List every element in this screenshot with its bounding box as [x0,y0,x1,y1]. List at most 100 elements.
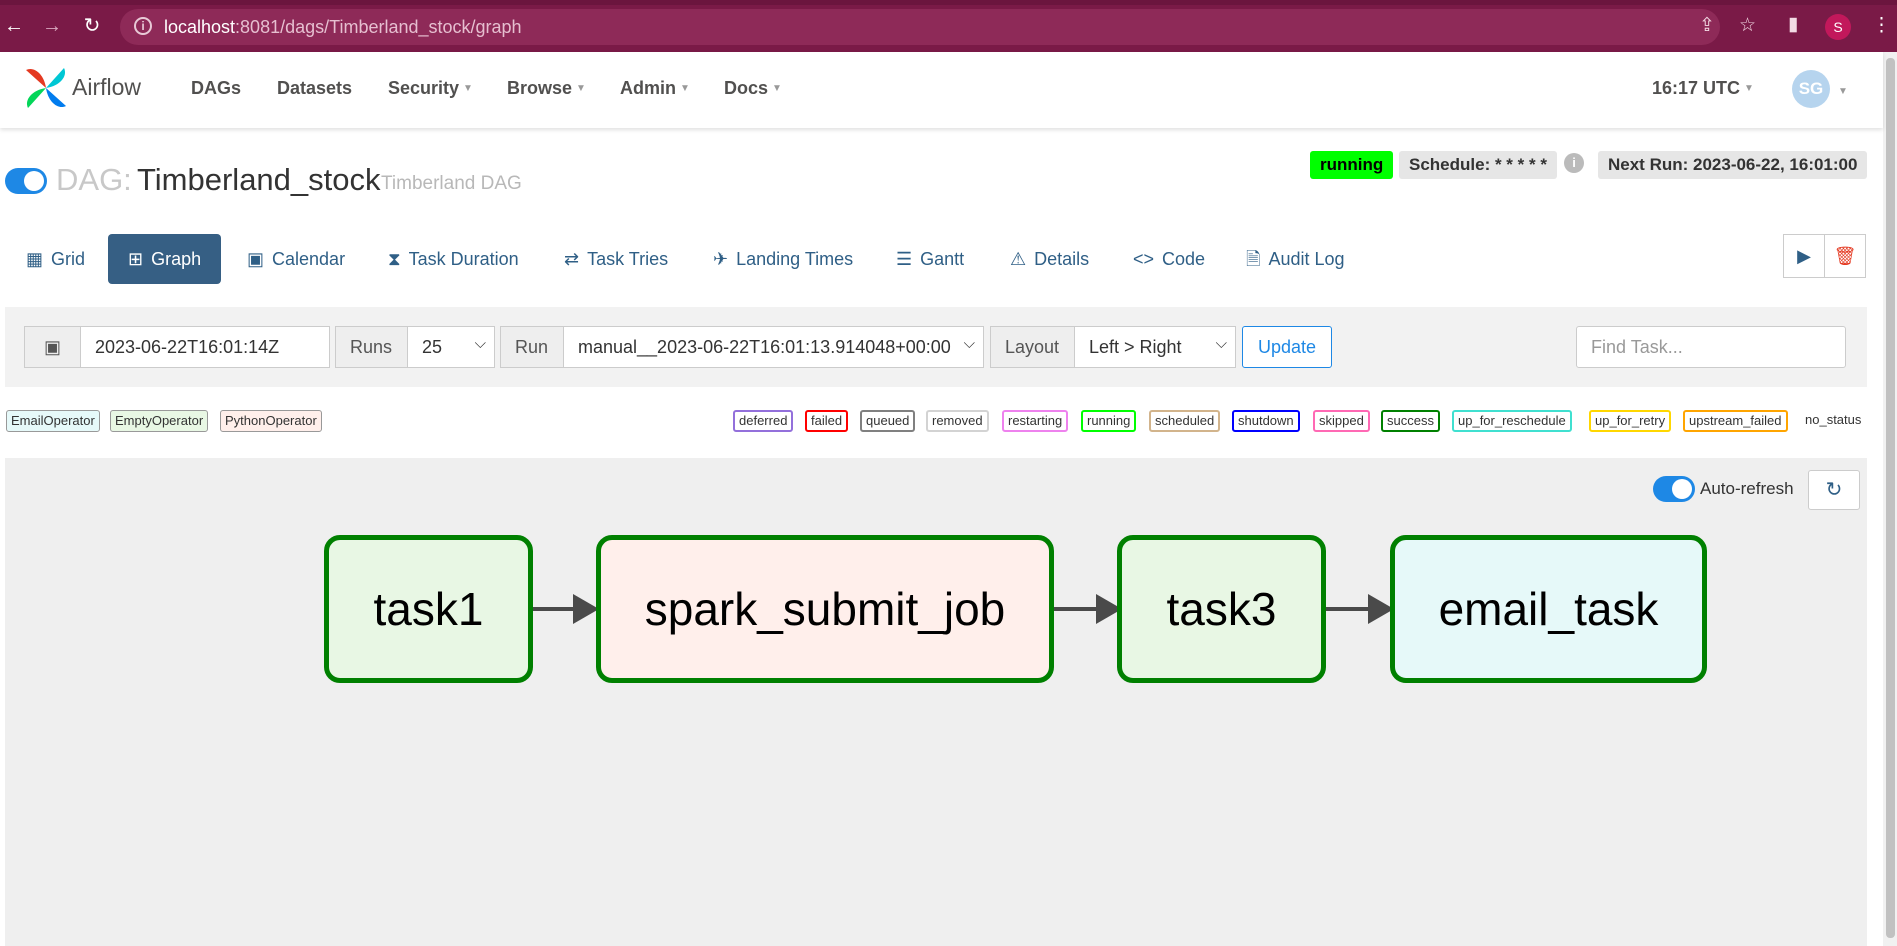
tab-gantt[interactable]: ☰ Gantt [876,234,984,284]
hourglass-icon: ⧗ [388,249,401,269]
legend-operator-empty[interactable]: EmptyOperator [110,410,209,432]
layout-select[interactable]: Left > Right [1074,326,1236,368]
legend-status-success[interactable]: success [1381,410,1440,432]
task-node-spark-submit-job[interactable]: spark_submit_job [596,535,1054,683]
legend-label: queued [866,413,910,428]
forward-icon[interactable]: → [40,14,64,38]
layout-label: Layout [990,326,1075,368]
tab-task-tries[interactable]: ⇄ Task Tries [544,234,688,284]
base-date-input[interactable]: 2023-06-22T16:01:14Z [80,326,330,368]
delete-dag-button[interactable]: 🗑 [1824,234,1866,278]
trigger-dag-button[interactable]: ▶ [1783,234,1825,278]
reload-icon[interactable]: ↻ [80,14,104,38]
tab-label: Task Tries [587,249,669,269]
refresh-icon: ↻ [1825,479,1843,501]
legend-label: failed [811,413,843,428]
address-bar[interactable]: i localhost:8081/dags/Timberland_stock/g… [120,9,1720,45]
browser-menu-icon[interactable]: ⋮ [1872,16,1891,36]
browser-profile-avatar[interactable]: S [1825,14,1851,40]
run-select[interactable]: manual__2023-06-22T16:01:13.914048+00:00 [563,326,984,368]
bookmark-star-icon[interactable]: ☆ [1739,16,1756,36]
schedule-badge: Schedule: * * * * * [1399,151,1557,179]
nav-security[interactable]: Security ▼ [388,78,473,99]
legend-label: EmptyOperator [115,413,204,428]
legend-status-up-for-reschedule[interactable]: up_for_reschedule [1452,410,1572,432]
legend-operator-email[interactable]: EmailOperator [6,410,100,432]
info-icon[interactable]: i [1564,153,1584,173]
chevron-down-icon[interactable]: ▼ [1838,86,1848,97]
legend-status-scheduled[interactable]: scheduled [1149,410,1221,432]
legend-status-deferred[interactable]: deferred [733,410,794,432]
tab-audit-log[interactable]: 🗎 Audit Log [1226,234,1365,284]
site-info-icon[interactable]: i [134,17,152,35]
calendar-icon: ▣ [43,337,61,357]
graph-canvas[interactable] [5,458,1867,946]
brand-name[interactable]: Airflow [72,74,141,101]
tab-label: Grid [51,249,86,269]
dag-description: Timberland DAG [381,173,522,194]
share-icon[interactable]: ⇪ [1699,16,1715,36]
nav-docs[interactable]: Docs ▼ [724,78,782,99]
edge-line [533,607,573,611]
legend-status-failed[interactable]: failed [805,410,849,432]
dag-pause-toggle[interactable] [5,168,47,194]
tab-label: Gantt [920,249,965,269]
audit-log-icon: 🗎 [1246,249,1261,269]
landing-icon: ✈ [713,249,729,269]
nav-admin[interactable]: Admin ▼ [620,78,690,99]
nav-browse-label: Browse [507,78,573,98]
page-scrollbar-thumb[interactable] [1886,58,1895,938]
legend-status-restarting[interactable]: restarting [1002,410,1069,432]
runs-label: Runs [335,326,408,368]
tab-calendar[interactable]: ▣ Calendar [227,234,365,284]
find-task-input[interactable]: Find Task... [1576,326,1846,368]
nav-security-label: Security [388,78,460,98]
legend-label: removed [932,413,983,428]
tab-label: Calendar [272,249,346,269]
legend-status-upstream-failed[interactable]: upstream_failed [1683,410,1788,432]
legend-status-no-status[interactable]: no_status [1805,412,1861,427]
graph-icon: ⊞ [128,249,144,269]
tab-label: Audit Log [1268,249,1345,269]
chevron-down-icon: ▼ [576,83,586,94]
task-node-email-task[interactable]: email_task [1390,535,1707,683]
airflow-logo-icon[interactable] [22,64,70,112]
runs-select[interactable]: 25 [407,326,495,368]
user-avatar[interactable]: SG [1792,70,1830,108]
legend-operator-python[interactable]: PythonOperator [220,410,322,432]
tab-landing-times[interactable]: ✈ Landing Times [693,234,873,284]
legend-status-up-for-retry[interactable]: up_for_retry [1589,410,1672,432]
nav-browse[interactable]: Browse ▼ [507,78,586,99]
nav-datasets-label: Datasets [277,78,353,98]
task-node-task1[interactable]: task1 [324,535,533,683]
tab-label: Code [1162,249,1206,269]
toggle-knob [24,171,44,191]
nav-dags[interactable]: DAGs [191,78,241,99]
run-value: manual__2023-06-22T16:01:13.914048+00:00 [578,337,951,357]
dag-prefix: DAG: [56,162,132,197]
tab-task-duration[interactable]: ⧗ Task Duration [368,234,539,284]
dag-state-badge: running [1310,151,1394,179]
legend-label: scheduled [1155,413,1215,428]
calendar-picker-button[interactable]: ▣ [24,326,81,368]
legend-label: EmailOperator [11,413,95,428]
chevron-down-icon: ▼ [772,83,782,94]
legend-status-queued[interactable]: queued [860,410,916,432]
legend-status-running[interactable]: running [1081,410,1137,432]
refresh-button[interactable]: ↻ [1808,470,1860,510]
side-panel-icon[interactable]: ▮ [1788,15,1798,35]
tab-graph[interactable]: ⊞ Graph [108,234,222,284]
url-path: :8081/dags/Timberland_stock/graph [235,17,522,37]
legend-status-shutdown[interactable]: shutdown [1232,410,1300,432]
nav-datasets[interactable]: Datasets [277,78,352,99]
back-icon[interactable]: ← [2,14,26,38]
update-button[interactable]: Update [1242,326,1333,368]
tab-grid[interactable]: ▦ Grid [6,234,105,284]
auto-refresh-toggle[interactable] [1653,476,1695,502]
task-node-task3[interactable]: task3 [1117,535,1326,683]
timezone-dropdown[interactable]: 16:17 UTC ▼ [1652,78,1754,99]
legend-status-skipped[interactable]: skipped [1313,410,1370,432]
tab-code[interactable]: <> Code [1113,234,1225,284]
tab-details[interactable]: ⚠ Details [990,234,1109,284]
legend-status-removed[interactable]: removed [926,410,989,432]
